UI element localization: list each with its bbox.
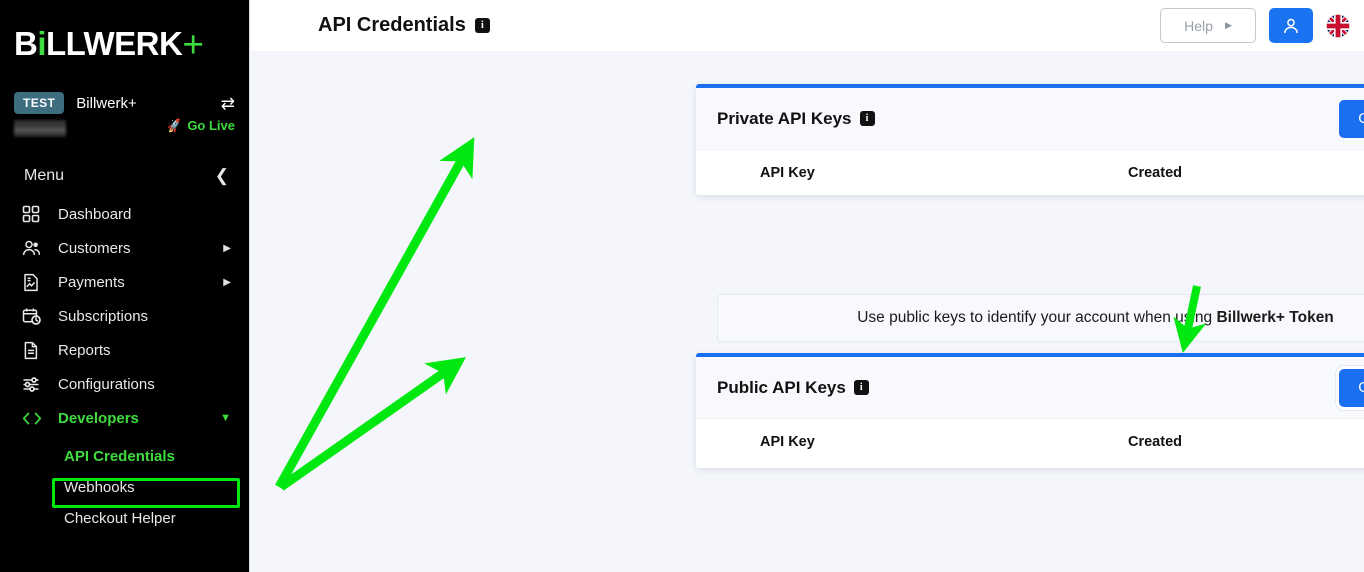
card-title-text: Private API Keys (717, 108, 852, 128)
sidebar-subitem-label: Webhooks (64, 479, 135, 496)
sidebar-item-label: Dashboard (58, 205, 132, 223)
swap-arrows-icon[interactable]: ⇄ (221, 95, 235, 112)
sidebar-item-developers[interactable]: Developers ▼ (0, 401, 249, 435)
go-live-label: Go Live (187, 118, 235, 133)
main-area: API Credentials i Help ▶ Private API Key… (250, 0, 1364, 572)
page-title-text: API Credentials (318, 14, 466, 36)
chevron-right-icon: ▶ (223, 276, 231, 288)
sidebar-item-api-credentials[interactable]: API Credentials (0, 441, 249, 472)
chevron-down-icon: ▼ (220, 412, 231, 424)
sidebar-item-checkout-helper[interactable]: Checkout Helper (0, 503, 249, 534)
environment-badge: TEST (14, 92, 65, 114)
uk-flag-icon[interactable] (1326, 13, 1350, 38)
sidebar-item-payments[interactable]: Payments ▶ (0, 265, 249, 299)
document-icon (22, 341, 48, 360)
column-header-created: Created (1128, 434, 1182, 450)
sidebar: BiLLWERK+ TEST Billwerk+ ⇄ 🚀 Go Live Men… (0, 0, 250, 572)
private-api-keys-card: Private API Keys i Generate New API Key … (696, 84, 1364, 195)
sidebar-subitem-label: Checkout Helper (64, 510, 176, 527)
page-title: API Credentials i (318, 14, 490, 37)
card-title: Private API Keys i (717, 109, 875, 129)
column-header-created: Created (1128, 165, 1182, 181)
public-api-keys-card: Public API Keys i Generate New API Key C… (696, 353, 1364, 468)
sidebar-item-reports[interactable]: Reports (0, 333, 249, 367)
notice-text-bold: Billwerk+ Token (1216, 309, 1334, 326)
info-icon[interactable]: i (474, 18, 490, 33)
account-subline: 🚀 Go Live (0, 116, 249, 137)
redacted-account-id (14, 120, 66, 137)
go-live-link[interactable]: 🚀 Go Live (166, 117, 235, 134)
sidebar-item-label: Configurations (58, 375, 155, 393)
notice-text-plain: Use public keys to identify your account… (857, 309, 1217, 326)
info-icon[interactable]: i (859, 111, 875, 126)
sidebar-subitem-label: API Credentials (64, 448, 175, 465)
account-name: Billwerk+ (76, 94, 137, 112)
column-header-api-key: API Key (760, 434, 815, 450)
logo-letter-i: i (37, 25, 47, 62)
menu-header: Menu ❮ (0, 137, 249, 189)
help-button[interactable]: Help ▶ (1160, 8, 1256, 43)
chevron-left-icon[interactable]: ❮ (215, 166, 229, 186)
sidebar-item-dashboard[interactable]: Dashboard (0, 197, 249, 231)
card-header: Private API Keys i Generate New (696, 88, 1364, 150)
invoice-icon (22, 273, 48, 292)
brand-logo[interactable]: BiLLWERK+ (0, 0, 249, 86)
sidebar-item-configurations[interactable]: Configurations (0, 367, 249, 401)
grid-icon (22, 205, 48, 223)
notice-text: Use public keys to identify your account… (857, 309, 1334, 327)
top-bar-actions: Help ▶ (1160, 8, 1350, 43)
calendar-clock-icon (22, 307, 48, 326)
generate-new-public-key-button[interactable]: Generate New (1339, 368, 1364, 407)
info-icon[interactable]: i (853, 380, 869, 395)
logo-letter-b: B (14, 25, 38, 62)
account-switcher[interactable]: TEST Billwerk+ ⇄ (0, 86, 249, 116)
sidebar-item-label: Payments (58, 273, 125, 291)
table-header-row: API Key Created (696, 150, 1364, 195)
users-icon (22, 239, 48, 258)
logo-text: LLWERK (46, 25, 183, 62)
table-header-row: API Key Created (696, 419, 1364, 465)
sidebar-item-label: Customers (58, 239, 131, 257)
code-brackets-icon (22, 410, 48, 427)
column-header-api-key: API Key (760, 165, 815, 181)
logo-plus: + (182, 24, 204, 65)
help-button-label: Help (1184, 17, 1213, 34)
sidebar-item-label: Developers (58, 409, 139, 427)
sidebar-item-customers[interactable]: Customers ▶ (0, 231, 249, 265)
content-area: Private API Keys i Generate New API Key … (250, 51, 1364, 572)
generate-new-private-key-button[interactable]: Generate New (1339, 99, 1364, 138)
menu-label: Menu (24, 167, 65, 184)
chevron-right-icon: ▶ (223, 242, 231, 254)
public-keys-notice-bar[interactable]: Use public keys to identify your account… (717, 294, 1364, 342)
card-title: Public API Keys i (717, 378, 869, 398)
user-icon (1284, 18, 1298, 33)
user-account-button[interactable] (1269, 8, 1313, 43)
card-header: Public API Keys i Generate New (696, 357, 1364, 419)
sidebar-item-subscriptions[interactable]: Subscriptions (0, 299, 249, 333)
triangle-right-icon: ▶ (1224, 20, 1232, 30)
sidebar-nav: Dashboard Customers ▶ Payments ▶ Subscri… (0, 197, 249, 534)
rocket-icon: 🚀 (166, 117, 184, 134)
sidebar-item-label: Reports (58, 341, 111, 359)
app-root: BiLLWERK+ TEST Billwerk+ ⇄ 🚀 Go Live Men… (0, 0, 1364, 572)
card-title-text: Public API Keys (717, 377, 846, 397)
sidebar-item-webhooks[interactable]: Webhooks (0, 472, 249, 503)
sliders-icon (22, 375, 48, 394)
sidebar-item-label: Subscriptions (58, 307, 149, 325)
top-bar: API Credentials i Help ▶ (250, 0, 1364, 51)
